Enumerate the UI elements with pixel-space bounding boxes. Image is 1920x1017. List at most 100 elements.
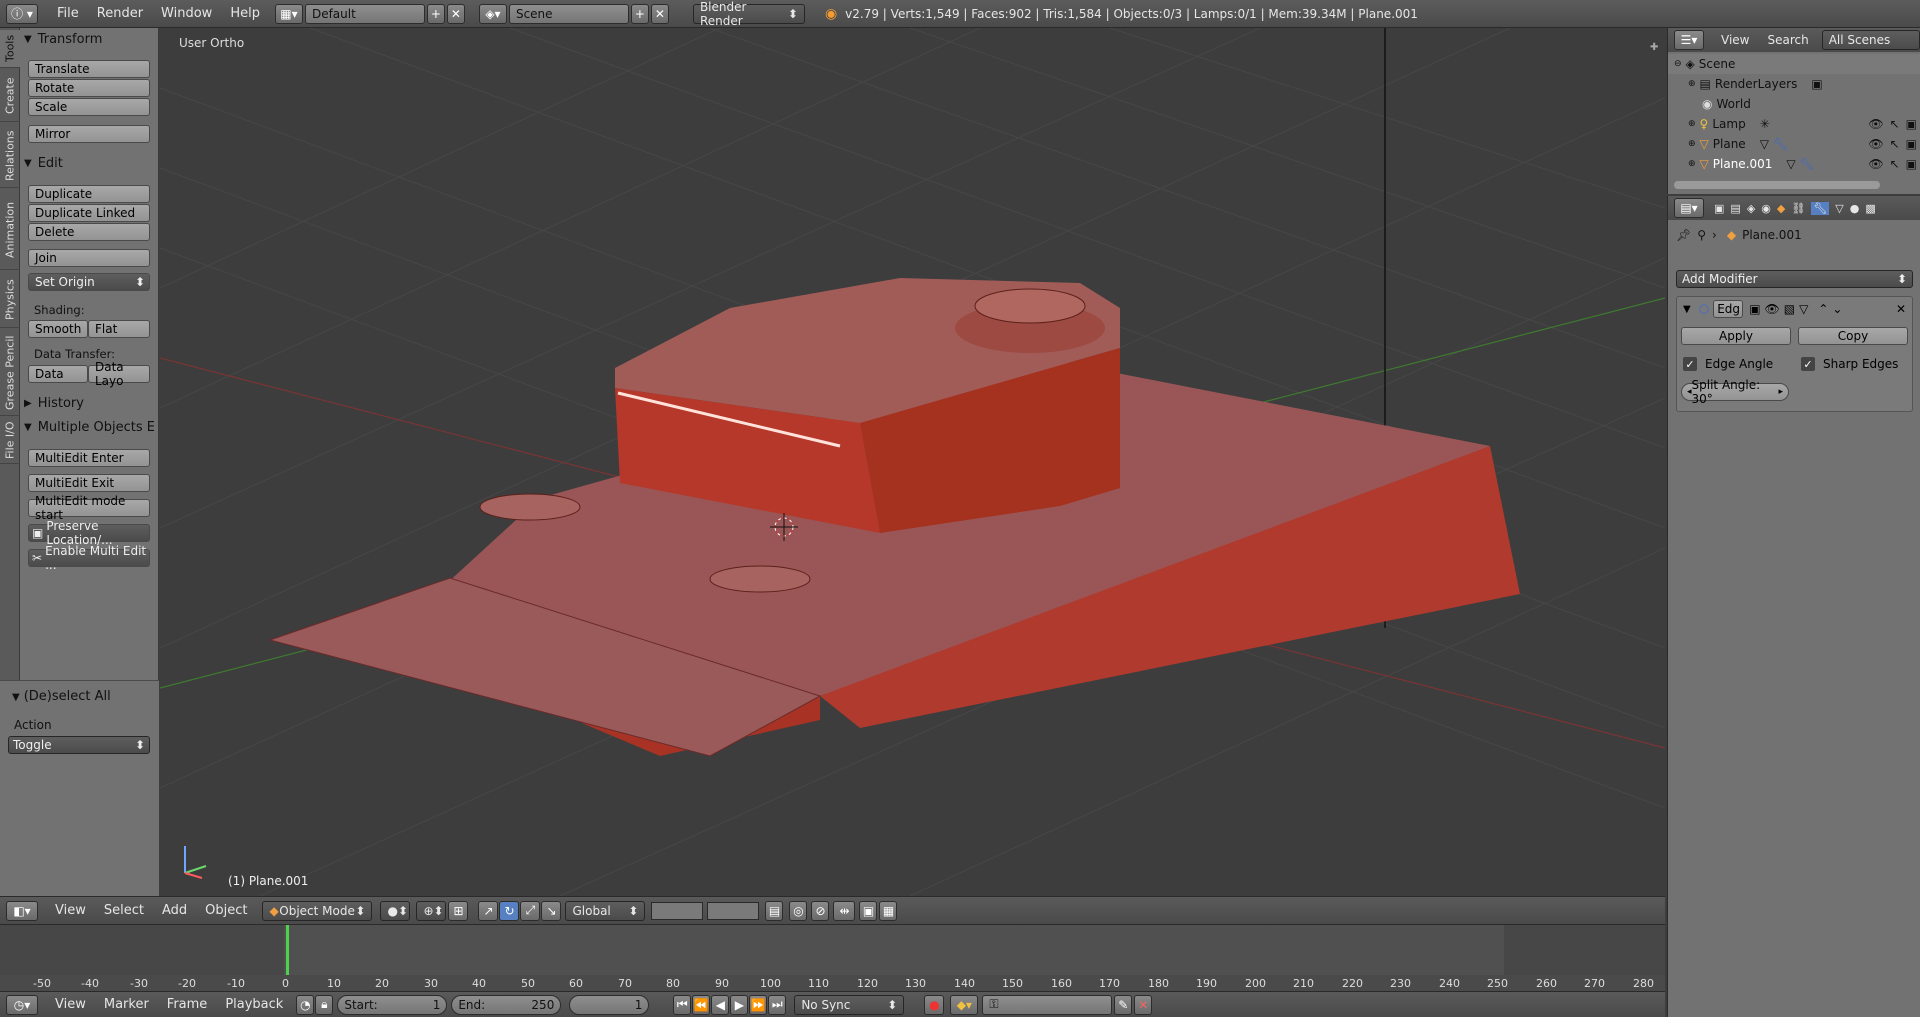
menu-select[interactable]: Select <box>95 903 153 918</box>
orientation-select[interactable]: Global ⬍ <box>565 900 646 921</box>
editor-type-button[interactable]: ⓘ ▾ <box>6 3 38 24</box>
start-frame-field[interactable]: Start: 1 <box>337 994 448 1015</box>
proportional-edit-icon[interactable]: ◎ <box>789 900 808 921</box>
plus-icon[interactable]: ✚ <box>1650 42 1658 53</box>
edge-angle-checkbox[interactable]: ✓ Edge Angle <box>1683 357 1773 371</box>
menu-help[interactable]: Help <box>221 6 269 21</box>
3d-viewport[interactable]: User Ortho (1) Plane.001 ✚ <box>160 28 1665 896</box>
render-camera-icon[interactable]: ▣ <box>1906 157 1917 171</box>
translate-manipulator-icon[interactable]: ↗ <box>478 900 499 921</box>
display-mode-select[interactable]: All Scenes <box>1821 30 1920 50</box>
render-camera-icon[interactable]: ▣ <box>1906 117 1917 131</box>
shading-select[interactable]: ● ⬍ <box>380 900 411 921</box>
menu-window[interactable]: Window <box>152 6 221 21</box>
multiedit-mode-start-button[interactable]: MultiEdit mode start <box>28 494 150 522</box>
multi-edit-panel-header[interactable]: ▼ Multiple Objects Edit <box>24 418 154 436</box>
editmode-toggle-icon[interactable]: ▧ <box>1784 302 1795 316</box>
menu-view[interactable]: View <box>1712 33 1758 47</box>
rotate-manipulator-icon[interactable]: ↻ <box>499 900 520 921</box>
next-keyframe-icon[interactable]: ⏩ <box>749 994 768 1015</box>
mirror-button[interactable]: Mirror <box>28 125 150 143</box>
mode-select[interactable]: ◆ Object Mode ⬍ <box>262 900 373 921</box>
flat-button[interactable]: Flat <box>88 320 150 338</box>
data-transfer-button[interactable]: Data <box>28 365 88 383</box>
layout-field[interactable]: Default <box>304 3 425 24</box>
scale-manipulator-icon[interactable]: ⤢ <box>520 900 541 921</box>
menu-view[interactable]: View <box>46 903 95 918</box>
menu-playback[interactable]: Playback <box>216 997 292 1012</box>
duplicate-linked-button[interactable]: Duplicate Linked <box>28 204 150 222</box>
record-icon[interactable]: ● <box>924 994 945 1015</box>
duplicate-button[interactable]: Duplicate <box>28 185 150 203</box>
add-layout-button[interactable]: + <box>426 3 445 24</box>
cage-toggle-icon[interactable]: ▽ <box>1799 302 1808 316</box>
split-angle-field[interactable]: ◂ Split Angle: 30° ▸ <box>1681 378 1789 406</box>
transform-panel-header[interactable]: ▼ Transform <box>24 30 154 48</box>
texture-tab-icon[interactable]: ▩ <box>1865 202 1875 215</box>
smooth-button[interactable]: Smooth <box>28 320 88 338</box>
menu-frame[interactable]: Frame <box>158 997 217 1012</box>
render-preview-icon[interactable]: ▣ <box>859 900 878 921</box>
layout-icon[interactable]: ▦▾ <box>274 3 303 24</box>
menu-object[interactable]: Object <box>196 903 256 918</box>
outliner-row-plane[interactable]: ⊕ ▽ Plane ▽ 🔧︎ 👁︎ ↖ ▣ <box>1668 134 1920 154</box>
tab-physics[interactable]: Physics <box>0 272 20 328</box>
outliner-row-lamp[interactable]: ⊕ ♀ Lamp ✳ 👁︎ ↖ ▣ <box>1668 114 1920 134</box>
tab-file-io[interactable]: File I/O <box>0 418 20 464</box>
menu-view[interactable]: View <box>46 997 95 1012</box>
data-tab-icon[interactable]: ▽ <box>1835 202 1843 215</box>
remove-scene-button[interactable]: ✕ <box>650 3 669 24</box>
tab-create[interactable]: Create <box>0 70 20 122</box>
copy-button[interactable]: Copy <box>1798 327 1908 345</box>
enable-multi-edit-button[interactable]: ✂ Enable Multi Edit ... <box>28 544 150 572</box>
preview-range-icon[interactable]: ◔ <box>296 994 315 1015</box>
layer-buttons-2[interactable] <box>707 901 760 920</box>
delete-button[interactable]: Delete <box>28 223 150 241</box>
outliner-row-renderlayers[interactable]: ⊕ ▤ RenderLayers ▣ <box>1668 74 1920 94</box>
pin-icon[interactable]: 📌︎ <box>1676 228 1691 242</box>
remove-layout-button[interactable]: ✕ <box>446 3 465 24</box>
editor-type-button[interactable]: ◧▾ <box>6 900 38 921</box>
sync-select[interactable]: No Sync ⬍ <box>794 994 905 1015</box>
move-up-icon[interactable]: ⌃ <box>1818 302 1828 316</box>
world-tab-icon[interactable]: ◉ <box>1761 202 1771 215</box>
increment-arrow-icon[interactable]: ▸ <box>1778 387 1783 397</box>
visibility-eye-icon[interactable]: 👁︎ <box>1868 157 1883 171</box>
jump-end-icon[interactable]: ⏭ <box>768 994 787 1015</box>
outliner-scrollbar[interactable] <box>1674 181 1880 189</box>
outliner-row-scene[interactable]: ⊖ ◈ Scene <box>1668 54 1920 74</box>
modifiers-tab-icon[interactable]: 🔧︎ <box>1811 201 1830 215</box>
menu-file[interactable]: File <box>48 6 88 21</box>
translate-button[interactable]: Translate <box>28 60 150 78</box>
keying-set-field[interactable]: ⚿ <box>982 994 1113 1015</box>
timeline[interactable]: -50 -40 -30 -20 -10 0 10 20 30 40 50 60 … <box>0 924 1665 991</box>
pivot-select[interactable]: ⊕ ⬍ <box>416 900 447 921</box>
scale-button[interactable]: Scale <box>28 98 150 116</box>
delete-keyframe-icon[interactable]: ✕ <box>1134 994 1153 1015</box>
select-cursor-icon[interactable]: ↖ <box>1890 157 1900 171</box>
join-button[interactable]: Join <box>28 249 150 267</box>
edit-panel-header[interactable]: ▼ Edit <box>24 154 154 172</box>
close-icon[interactable]: ✕ <box>1896 302 1906 316</box>
lock-layers-icon[interactable]: ▤ <box>765 900 784 921</box>
menu-add[interactable]: Add <box>153 903 196 918</box>
select-cursor-icon[interactable]: ↖ <box>1890 117 1900 131</box>
scene-field[interactable]: Scene <box>508 3 629 24</box>
jump-start-icon[interactable]: ⏮ <box>673 994 692 1015</box>
collapse-down-icon[interactable]: ▼ <box>1683 304 1691 315</box>
end-frame-field[interactable]: End: 250 <box>451 994 562 1015</box>
editor-type-button[interactable]: ▤▾ <box>1674 198 1704 218</box>
layer-buttons[interactable] <box>651 901 704 920</box>
play-reverse-icon[interactable]: ◀ <box>711 994 730 1015</box>
set-origin-select[interactable]: Set Origin ⬍ <box>28 273 150 291</box>
menu-render[interactable]: Render <box>88 6 152 21</box>
modifier-name-field[interactable]: Edg <box>1713 300 1744 318</box>
select-cursor-icon[interactable]: ↖ <box>1890 137 1900 151</box>
insert-keyframe-icon[interactable]: ✎ <box>1114 994 1133 1015</box>
outliner-row-plane001[interactable]: ⊕ ▽ Plane.001 ▽ 🔧︎ 👁︎ ↖ ▣ <box>1668 154 1920 174</box>
render-camera-icon[interactable]: ▣ <box>1906 137 1917 151</box>
multiedit-enter-button[interactable]: MultiEdit Enter <box>28 449 150 467</box>
rotate-button[interactable]: Rotate <box>28 79 150 97</box>
material-tab-icon[interactable]: ● <box>1850 202 1860 215</box>
render-engine-select[interactable]: Blender Render ⬍ <box>692 0 805 28</box>
